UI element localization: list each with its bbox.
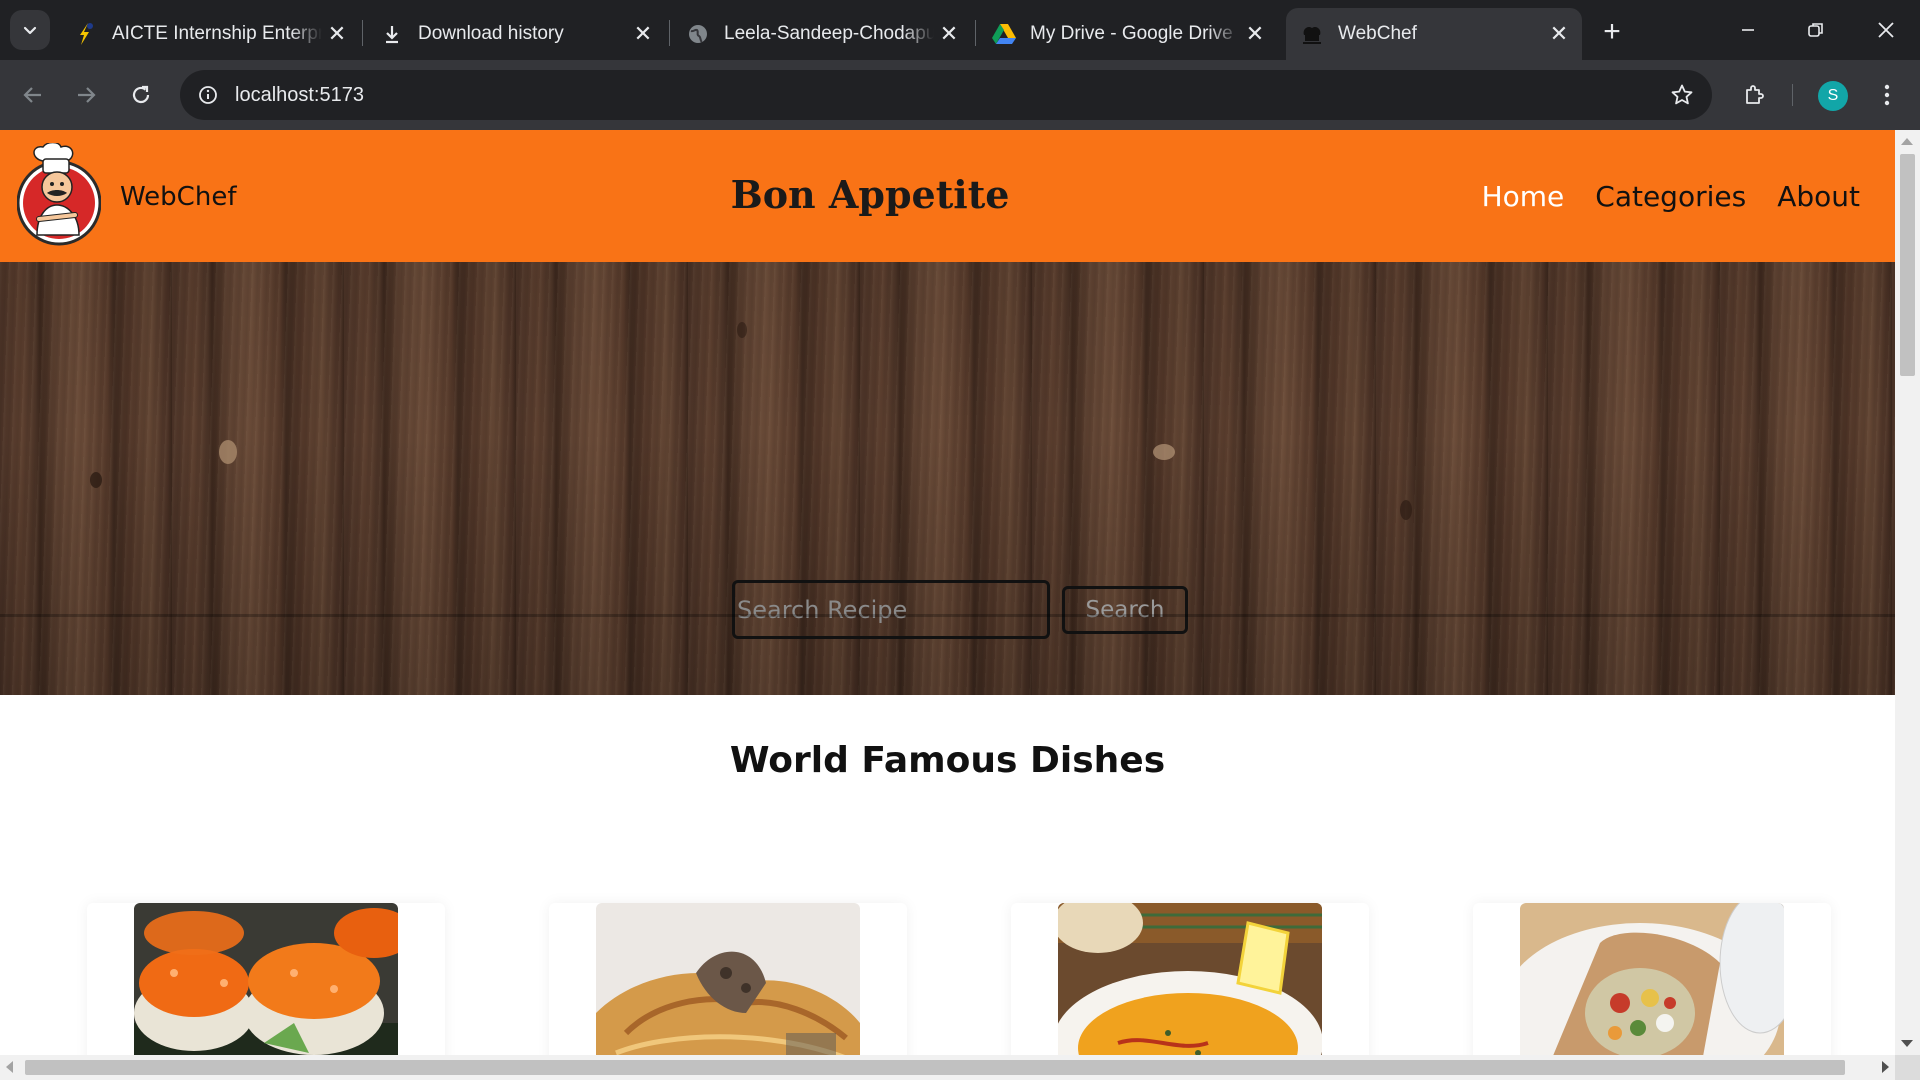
- hero-banner: Search: [0, 262, 1895, 695]
- page-viewport: WebChef Bon Appetite Home Categories Abo…: [0, 130, 1920, 1080]
- globe-icon: [686, 22, 710, 46]
- close-icon[interactable]: ✕: [934, 19, 964, 49]
- horizontal-scroll-thumb[interactable]: [25, 1060, 1845, 1075]
- tab-title: WebChef: [1338, 23, 1417, 44]
- arrow-left-icon: [23, 87, 41, 103]
- minimize-button[interactable]: [1714, 0, 1782, 60]
- minimize-icon: [1742, 29, 1754, 31]
- address-bar[interactable]: localhost:5173: [180, 70, 1712, 120]
- tab-separator: [669, 20, 670, 46]
- tab-separator: [975, 20, 976, 46]
- aicte-favicon-icon: [74, 22, 98, 46]
- search-input[interactable]: [732, 580, 1050, 639]
- browser-toolbar: localhost:5173 S: [0, 60, 1920, 130]
- browser-tab[interactable]: AICTE Internship Enterprise ✕: [60, 8, 360, 60]
- arrow-right-icon: [78, 87, 96, 103]
- nav-link-categories[interactable]: Categories: [1595, 180, 1746, 213]
- webchef-favicon-icon: [1300, 22, 1324, 46]
- browser-tab[interactable]: My Drive - Google Drive ✕: [978, 8, 1278, 60]
- site-title: Bon Appetite: [730, 172, 1010, 217]
- dish-card[interactable]: [1473, 903, 1831, 1073]
- download-icon: [380, 22, 404, 46]
- bookmark-star-icon[interactable]: [1668, 81, 1696, 109]
- search-button[interactable]: Search: [1062, 586, 1188, 634]
- forward-button[interactable]: [65, 74, 107, 116]
- profile-avatar[interactable]: S: [1818, 81, 1848, 111]
- horizontal-scrollbar[interactable]: [0, 1055, 1895, 1080]
- dish-card[interactable]: [1011, 903, 1369, 1073]
- close-window-button[interactable]: [1852, 0, 1920, 60]
- scroll-down-arrow-icon[interactable]: [1901, 1040, 1913, 1047]
- nav-link-about[interactable]: About: [1777, 180, 1860, 213]
- google-drive-icon: [992, 22, 1016, 46]
- tab-search-button[interactable]: [10, 10, 50, 50]
- tab-title: My Drive - Google Drive: [1030, 23, 1233, 44]
- browser-tab[interactable]: Leela-Sandeep-Chodapu ✕: [672, 8, 972, 60]
- close-icon[interactable]: ✕: [322, 19, 352, 49]
- vertical-scroll-thumb[interactable]: [1900, 154, 1915, 376]
- puzzle-icon: [1746, 85, 1764, 104]
- dish-card[interactable]: [549, 903, 907, 1073]
- more-vertical-icon: [1884, 84, 1890, 106]
- site-header: WebChef Bon Appetite Home Categories Abo…: [0, 130, 1895, 262]
- tab-title: AICTE Internship Enterprise: [112, 23, 322, 44]
- close-icon[interactable]: ✕: [1544, 19, 1574, 49]
- close-icon[interactable]: ✕: [628, 19, 658, 49]
- tab-title: Leela-Sandeep-Chodapu: [724, 23, 934, 44]
- browser-tab-active[interactable]: WebChef ✕: [1286, 8, 1582, 60]
- reload-icon: [132, 85, 150, 104]
- site-nav: Home Categories About: [1482, 180, 1860, 213]
- dish-image-wrap[interactable]: [1520, 903, 1784, 1073]
- restore-icon: [1808, 23, 1823, 37]
- toolbar-divider: [1792, 84, 1793, 106]
- extensions-button[interactable]: [1734, 75, 1774, 115]
- site-info-icon[interactable]: [192, 79, 224, 111]
- tab-title: Download history: [418, 23, 564, 44]
- dish-card[interactable]: [87, 903, 445, 1073]
- new-tab-button[interactable]: +: [1594, 14, 1630, 50]
- scrollbar-corner: [1895, 1055, 1920, 1080]
- browser-tab[interactable]: Download history ✕: [366, 8, 666, 60]
- back-button[interactable]: [12, 74, 54, 116]
- url-text[interactable]: localhost:5173: [235, 70, 364, 120]
- scroll-left-arrow-icon[interactable]: [6, 1061, 13, 1073]
- dish-image-pastry[interactable]: [596, 903, 860, 1073]
- reload-button[interactable]: [120, 74, 162, 116]
- tab-separator: [362, 20, 363, 46]
- vertical-scrollbar[interactable]: [1895, 130, 1920, 1055]
- chevron-down-icon: [23, 26, 37, 35]
- scroll-up-arrow-icon[interactable]: [1901, 138, 1913, 145]
- scroll-right-arrow-icon[interactable]: [1882, 1061, 1889, 1073]
- browser-menu-button[interactable]: [1872, 75, 1902, 115]
- close-icon: [1878, 22, 1894, 38]
- close-icon[interactable]: ✕: [1240, 19, 1270, 49]
- dish-image-sushi[interactable]: [134, 903, 398, 1073]
- section-title: World Famous Dishes: [729, 740, 1166, 781]
- dish-image-soup[interactable]: [1058, 903, 1322, 1073]
- restore-button[interactable]: [1782, 0, 1850, 60]
- browser-tab-strip: AICTE Internship Enterprise ✕ Download h…: [0, 0, 1920, 60]
- nav-link-home[interactable]: Home: [1482, 180, 1565, 213]
